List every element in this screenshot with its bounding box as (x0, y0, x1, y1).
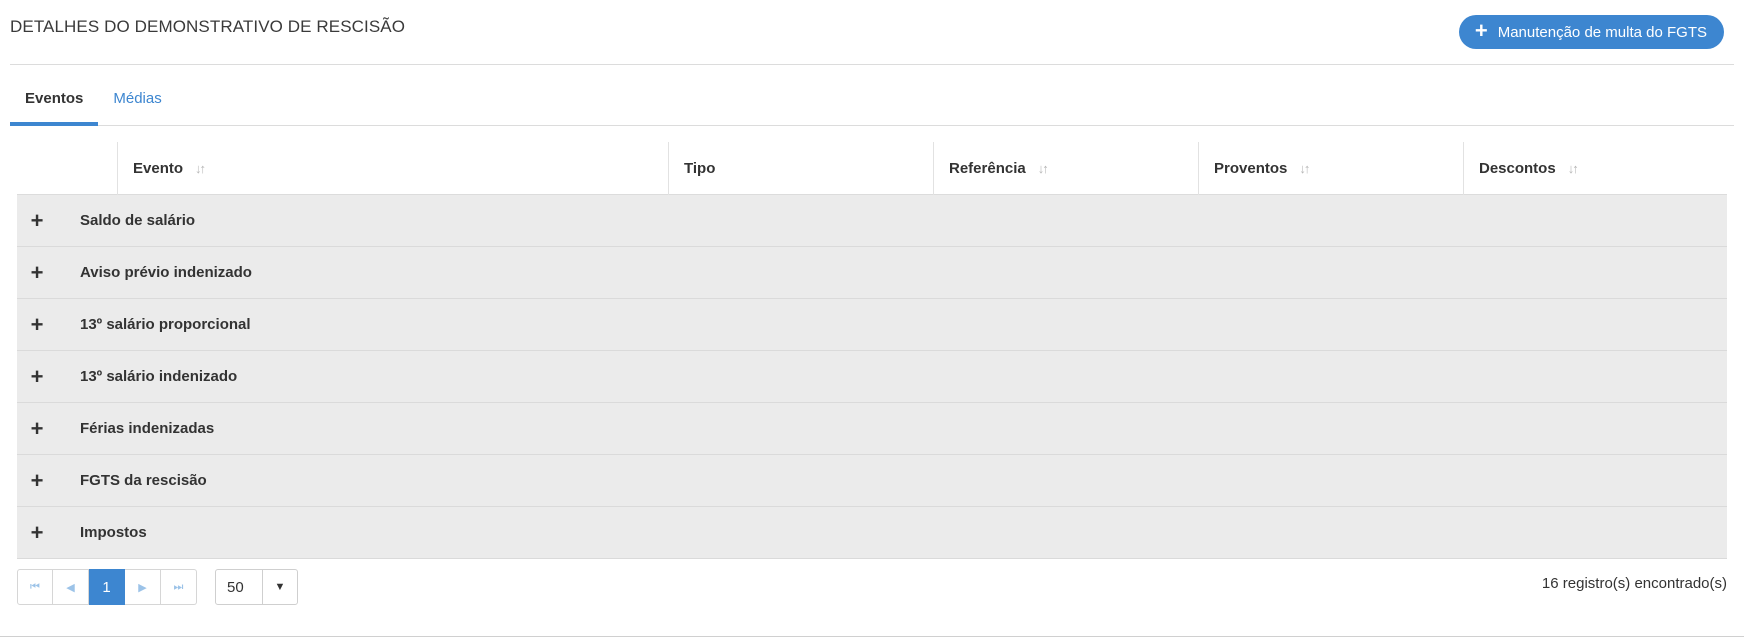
plus-icon: + (1474, 18, 1488, 43)
expand-icon[interactable]: + (27, 261, 47, 284)
column-header-referencia[interactable]: Referência ↓↑ (933, 142, 1198, 195)
group-label: 13º salário indenizado (80, 368, 238, 385)
group-row-13-salario-proporcional[interactable]: + 13º salário proporcional (17, 299, 1727, 351)
group-row-ferias-indenizadas[interactable]: + Férias indenizadas (17, 403, 1727, 455)
page-title: DETALHES DO DEMONSTRATIVO DE RESCISÃO (10, 17, 406, 36)
column-header-evento[interactable]: Evento ↓↑ (117, 142, 668, 195)
sort-icon[interactable]: ↓↑ (1299, 161, 1310, 176)
expand-icon[interactable]: + (27, 365, 47, 388)
chevron-down-icon[interactable]: ▼ (263, 570, 297, 604)
group-label: FGTS da rescisão (80, 472, 207, 489)
expand-icon[interactable]: + (27, 521, 47, 544)
page-number-button[interactable]: 1 (89, 569, 125, 605)
group-label: Saldo de salário (80, 212, 196, 229)
group-row-aviso-previo-indenizado[interactable]: + Aviso prévio indenizado (17, 247, 1727, 299)
group-label: 13º salário proporcional (80, 316, 251, 333)
grid-header: Evento ↓↑ Tipo Referência ↓↑ Proventos ↓… (17, 142, 1727, 195)
group-label: Aviso prévio indenizado (80, 264, 252, 281)
column-header-tipo: Tipo (668, 142, 933, 195)
fgts-fine-maintenance-button[interactable]: + Manutenção de multa do FGTS (1458, 15, 1724, 49)
group-row-impostos[interactable]: + Impostos (17, 507, 1727, 559)
column-header-descontos[interactable]: Descontos ↓↑ (1463, 142, 1727, 195)
expand-icon[interactable]: + (27, 313, 47, 336)
column-header-proventos[interactable]: Proventos ↓↑ (1198, 142, 1463, 195)
fgts-button-label: Manutenção de multa do FGTS (1497, 23, 1707, 41)
next-page-icon[interactable]: ▶ (125, 569, 161, 605)
column-label: Referência (949, 160, 1026, 177)
tab-bar: Eventos Médias (10, 86, 1734, 126)
tab-medias[interactable]: Médias (98, 86, 176, 126)
events-grid: Evento ↓↑ Tipo Referência ↓↑ Proventos ↓… (17, 142, 1727, 559)
group-label: Férias indenizadas (80, 420, 215, 437)
column-label: Descontos (1479, 160, 1556, 177)
sort-icon[interactable]: ↓↑ (195, 161, 206, 176)
group-row-13-salario-indenizado[interactable]: + 13º salário indenizado (17, 351, 1727, 403)
sort-icon[interactable]: ↓↑ (1038, 161, 1049, 176)
page-size-value: 50 (216, 570, 263, 604)
group-row-saldo-de-salario[interactable]: + Saldo de salário (17, 195, 1727, 247)
page-header: DETALHES DO DEMONSTRATIVO DE RESCISÃO + … (10, 0, 1734, 65)
expander-header (17, 142, 117, 195)
tab-eventos[interactable]: Eventos (10, 86, 99, 126)
divider (0, 636, 1744, 637)
column-label: Tipo (684, 160, 716, 177)
sort-icon[interactable]: ↓↑ (1568, 161, 1579, 176)
expand-icon[interactable]: + (27, 209, 47, 232)
pagination: ⏮ ◀ 1 ▶ ⏭ (17, 569, 197, 605)
group-label: Impostos (80, 524, 147, 541)
column-label: Proventos (1214, 160, 1288, 177)
expand-icon[interactable]: + (27, 417, 47, 440)
records-count: 16 registro(s) encontrado(s) (1541, 575, 1727, 592)
page-size-select[interactable]: 50 ▼ (215, 569, 298, 605)
expand-icon[interactable]: + (27, 469, 47, 492)
first-page-icon[interactable]: ⏮ (17, 569, 53, 605)
group-row-fgts-da-rescisao[interactable]: + FGTS da rescisão (17, 455, 1727, 507)
previous-page-icon[interactable]: ◀ (53, 569, 89, 605)
column-label: Evento (133, 160, 184, 177)
last-page-icon[interactable]: ⏭ (161, 569, 197, 605)
